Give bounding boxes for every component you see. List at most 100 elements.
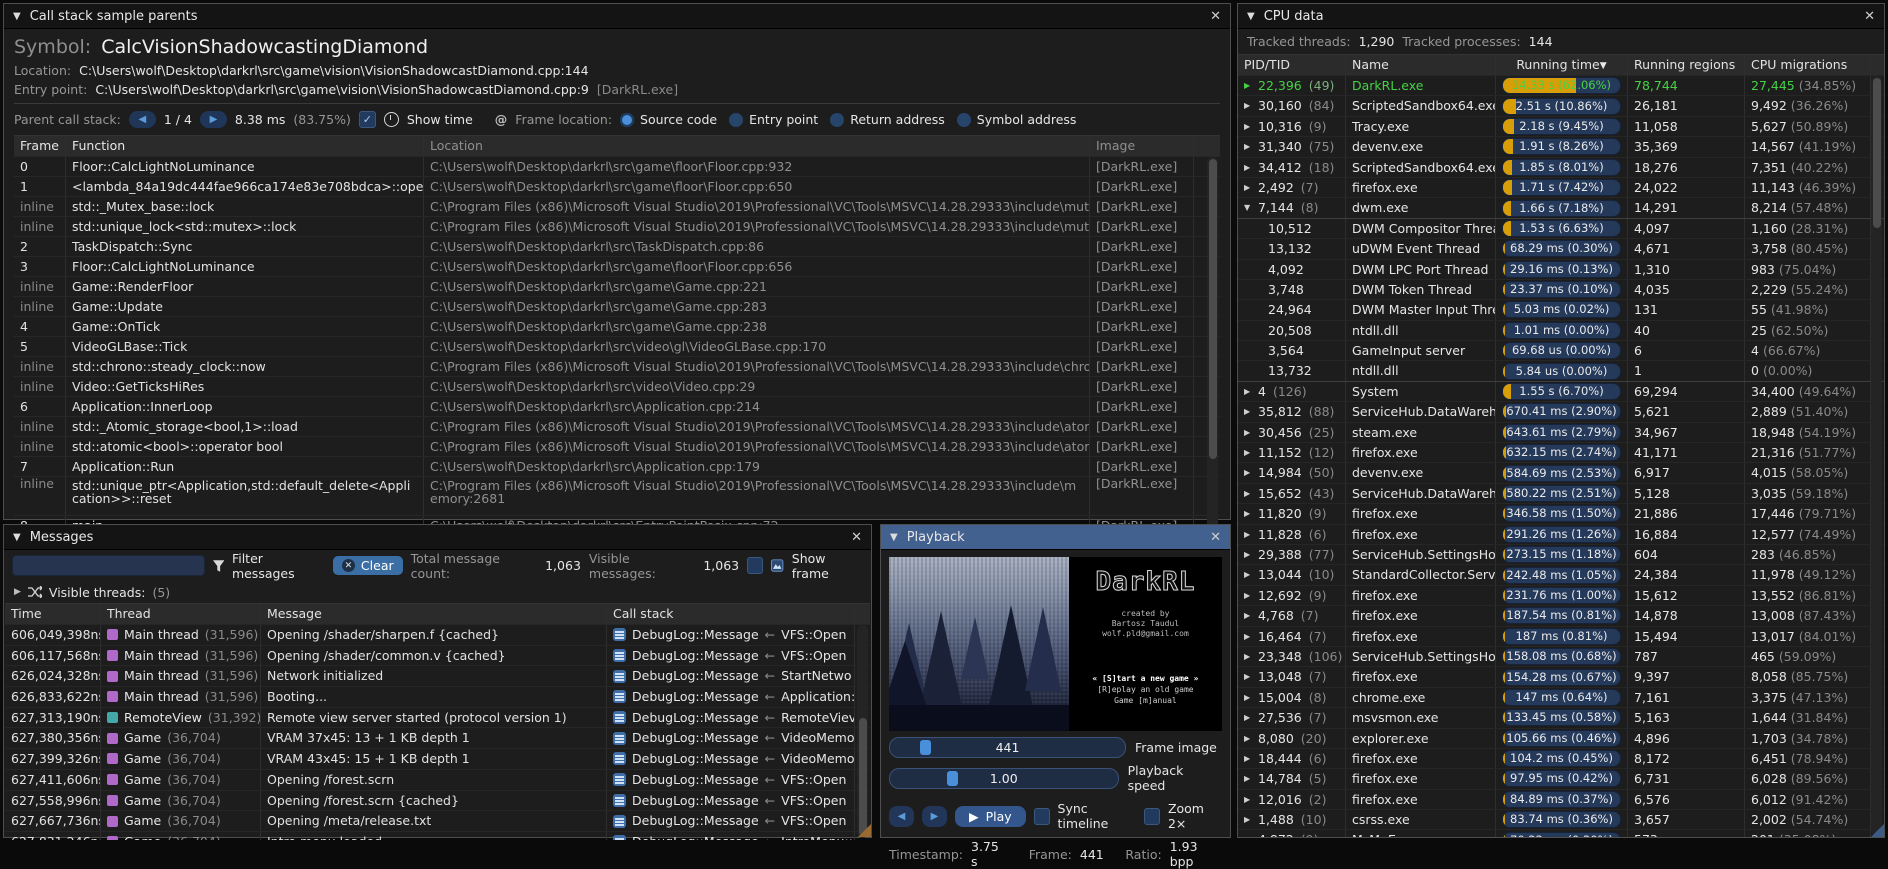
expand-tree-icon[interactable]: ▶	[1244, 525, 1253, 544]
cpu-row[interactable]: ▶13,044(10)StandardCollector.Servic242.4…	[1238, 564, 1884, 584]
expand-tree-icon[interactable]: ▶	[1244, 749, 1253, 768]
zoom-2x-checkbox[interactable]: ✓	[1144, 808, 1160, 825]
callstack-row[interactable]: inlinestd::atomic<bool>::operator boolC:…	[14, 436, 1220, 456]
cpu-row[interactable]: 3,748DWM Token Thread23.37 ms (0.10%)4,0…	[1238, 279, 1884, 299]
callstack-row[interactable]: inlinestd::_Mutex_base::lockC:\Program F…	[14, 196, 1220, 216]
play-button[interactable]: ▶ Play	[955, 806, 1026, 827]
cpu-row[interactable]: ▶4,768(7)firefox.exe187.54 ms (0.81%)14,…	[1238, 605, 1884, 625]
prev-stack-button[interactable]: ◀	[129, 111, 156, 128]
callstack-row[interactable]: inlineGame::RenderFloorC:\Users\wolf\Des…	[14, 276, 1220, 296]
callstack-cell[interactable]: DebugLog::Message←VideoMemo	[607, 749, 855, 769]
message-row[interactable]: 606,117,568nsMain thread(31,596)Opening …	[5, 645, 870, 666]
collapse-tree-icon[interactable]: ▼	[1244, 198, 1253, 217]
frame-location-option[interactable]: Source code	[620, 112, 717, 127]
cpu-row[interactable]: ▶31,340(75)devenv.exe1.91 s (8.26%)35,36…	[1238, 136, 1884, 156]
visible-threads-label[interactable]: Visible threads:	[49, 585, 146, 600]
radio-button[interactable]	[620, 113, 634, 127]
expand-tree-icon[interactable]: ▶	[1244, 117, 1253, 136]
callstack-row[interactable]: inlinestd::chrono::steady_clock::nowC:\P…	[14, 356, 1220, 376]
clear-button[interactable]: ✕ Clear	[333, 556, 403, 575]
expand-tree-icon[interactable]: ▶	[1244, 769, 1253, 788]
cpu-row[interactable]: ▶4(126)System1.55 s (6.70%)69,29434,400(…	[1238, 381, 1884, 401]
cpu-row[interactable]: ▶2,492(7)firefox.exe1.71 s (7.42%)24,022…	[1238, 177, 1884, 197]
cpu-row[interactable]: 13,732ntdll.dll5.84 us (0.00%)10(0.00%)	[1238, 360, 1884, 380]
message-row[interactable]: 627,399,326nsGame(36,704)VRAM 43x45: 15 …	[5, 748, 870, 769]
expand-tree-icon[interactable]: ▶	[1244, 96, 1253, 115]
expand-tree-icon[interactable]: ▶	[1244, 504, 1253, 523]
message-row[interactable]: 626,024,328nsMain thread(31,596)Network …	[5, 665, 870, 686]
callstack-row[interactable]: 2TaskDispatch::SyncC:\Users\wolf\Desktop…	[14, 236, 1220, 256]
collapse-icon[interactable]: ▼	[1247, 11, 1255, 22]
cpu-row[interactable]: ▶35,812(88)ServiceHub.DataWarehou670.41 …	[1238, 401, 1884, 421]
cpu-row[interactable]: ▶1,488(10)csrss.exe83.74 ms (0.36%)3,657…	[1238, 809, 1884, 829]
messages-titlebar[interactable]: ▼ Messages ✕	[4, 525, 871, 550]
collapse-icon[interactable]: ▼	[13, 532, 21, 543]
expand-tree-icon[interactable]: ▶	[1244, 178, 1253, 197]
callstack-cell[interactable]: DebugLog::Message←VFS::Open	[607, 646, 855, 666]
callstack-row[interactable]: 3Floor::CalcLightNoLuminanceC:\Users\wol…	[14, 256, 1220, 276]
frame-location-option[interactable]: Entry point	[729, 112, 818, 127]
message-row[interactable]: 627,411,606nsGame(36,704)Opening /forest…	[5, 769, 870, 790]
cpu-row[interactable]: ▶30,160(84)ScriptedSandbox64.exe2.51 s (…	[1238, 95, 1884, 115]
message-row[interactable]: 627,831,246nsGame(36,704)Intro menu load…	[5, 831, 870, 840]
expand-tree-icon[interactable]: ▶	[1244, 484, 1253, 503]
callstack-row[interactable]: 6Application::InnerLoopC:\Users\wolf\Des…	[14, 396, 1220, 416]
callstack-cell[interactable]: DebugLog::Message←VideoMemo	[607, 728, 855, 748]
expand-tree-icon[interactable]: ▶	[1244, 158, 1253, 177]
callstack-cell[interactable]: DebugLog::Message←VFS::Open	[607, 791, 855, 811]
collapse-icon[interactable]: ▼	[13, 11, 21, 22]
column-header[interactable]: Running time▼	[1496, 55, 1628, 75]
callstack-scrollbar[interactable]	[1207, 157, 1218, 532]
column-header[interactable]: PID/TID	[1238, 55, 1346, 75]
cpu-row[interactable]: ▶29,388(77)ServiceHub.SettingsHost273.15…	[1238, 544, 1884, 564]
expand-tree-icon[interactable]: ▶	[1244, 137, 1253, 156]
cpu-row[interactable]: ▶10,316(9)Tracy.exe2.18 s (9.45%)11,0585…	[1238, 116, 1884, 136]
callstack-row[interactable]: 0Floor::CalcLightNoLuminanceC:\Users\wol…	[14, 156, 1220, 176]
playback-speed-slider[interactable]: 1.00	[889, 768, 1119, 789]
close-icon[interactable]: ✕	[851, 530, 862, 545]
cpu-titlebar[interactable]: ▼ CPU data ✕	[1238, 4, 1884, 29]
expand-tree-icon[interactable]: ▶	[1244, 586, 1253, 605]
cpu-row[interactable]: 3,564GameInput server69.68 us (0.00%)64(…	[1238, 340, 1884, 360]
cpu-row[interactable]: ▶11,828(6)firefox.exe291.26 ms (1.26%)16…	[1238, 524, 1884, 544]
expand-threads-icon[interactable]: ▶	[14, 587, 21, 597]
callstack-cell[interactable]: DebugLog::Message←VFS::Open	[607, 811, 855, 831]
step-back-button[interactable]: ◀	[889, 806, 914, 827]
expand-tree-icon[interactable]: ▶	[1244, 565, 1253, 584]
cpu-row[interactable]: 20,508ntdll.dll1.01 ms (0.00%)4025(62.50…	[1238, 320, 1884, 340]
cpu-scrollbar-thumb[interactable]	[1873, 78, 1881, 228]
column-header[interactable]: Running regions	[1628, 55, 1745, 75]
cpu-scrollbar[interactable]	[1871, 76, 1882, 835]
cpu-row[interactable]: ▶4,872(9)MsMpEng.exe70.22 ms (0.30%)5732…	[1238, 829, 1884, 837]
callstack-titlebar[interactable]: ▼ Call stack sample parents ✕	[4, 4, 1230, 29]
cpu-row[interactable]: 10,512DWM Compositor Thread1.53 s (6.63%…	[1238, 218, 1884, 238]
column-header[interactable]: Name	[1346, 55, 1496, 75]
cpu-row[interactable]: 24,964DWM Master Input Threa5.03 ms (0.0…	[1238, 299, 1884, 319]
expand-tree-icon[interactable]: ▶	[1244, 729, 1253, 748]
callstack-cell[interactable]: DebugLog::Message←VFS::Open	[607, 770, 855, 790]
expand-tree-icon[interactable]: ▶	[1244, 443, 1253, 462]
message-filter-input[interactable]	[12, 555, 205, 576]
sync-timeline-checkbox[interactable]: ✓	[1034, 808, 1050, 825]
collapse-icon[interactable]: ▼	[890, 532, 898, 543]
message-row[interactable]: 627,558,996nsGame(36,704)Opening /forest…	[5, 790, 870, 811]
expand-tree-icon[interactable]: ▶	[1244, 627, 1253, 646]
callstack-row[interactable]: inlinestd::_Atomic_storage<bool,1>::load…	[14, 416, 1220, 436]
messages-scrollbar-thumb[interactable]	[859, 718, 867, 836]
callstack-row[interactable]: inlinestd::unique_ptr<Application,std::d…	[14, 476, 1220, 515]
expand-tree-icon[interactable]: ▶	[1244, 830, 1253, 837]
expand-tree-icon[interactable]: ▶	[1244, 810, 1253, 829]
cpu-row[interactable]: ▶12,016(2)firefox.exe84.89 ms (0.37%)6,5…	[1238, 789, 1884, 809]
close-icon[interactable]: ✕	[1864, 9, 1875, 24]
callstack-scrollbar-thumb[interactable]	[1209, 159, 1217, 459]
callstack-cell[interactable]: DebugLog::Message←IntroMenu::	[607, 832, 855, 840]
expand-tree-icon[interactable]: ▶	[1244, 667, 1253, 686]
callstack-cell[interactable]: DebugLog::Message←Application:	[607, 687, 855, 707]
cpu-row[interactable]: 13,132uDWM Event Thread68.29 ms (0.30%)4…	[1238, 238, 1884, 258]
cpu-row[interactable]: ▶12,692(9)firefox.exe231.76 ms (1.00%)15…	[1238, 585, 1884, 605]
cpu-row[interactable]: ▶14,784(5)firefox.exe97.95 ms (0.42%)6,7…	[1238, 768, 1884, 788]
message-row[interactable]: 627,313,190nsRemoteView(31,392)Remote vi…	[5, 707, 870, 728]
callstack-cell[interactable]: DebugLog::Message←VFS::Open	[607, 625, 855, 645]
frame-image-slider[interactable]: 441	[889, 737, 1126, 758]
expand-tree-icon[interactable]: ▶	[1244, 402, 1253, 421]
